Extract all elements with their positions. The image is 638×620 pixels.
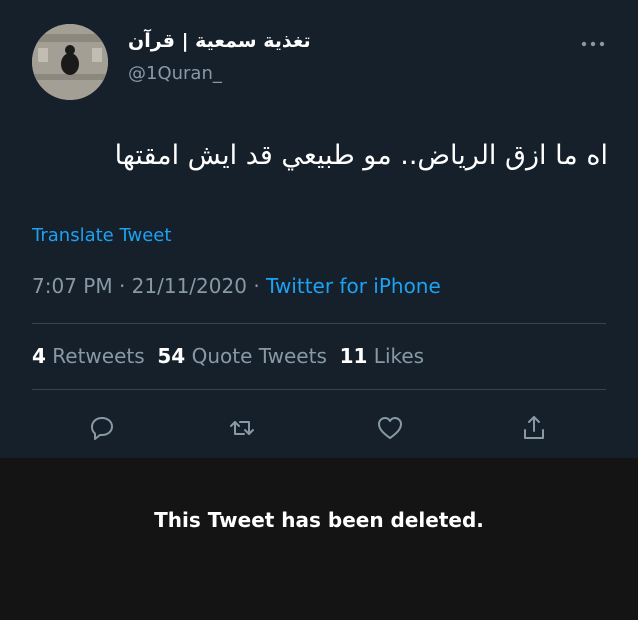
translate-tweet-link[interactable]: Translate Tweet (32, 225, 171, 246)
avatar-image (32, 24, 108, 100)
deleted-notice-area: This Tweet has been deleted. (0, 458, 638, 620)
quote-tweets-count: 54 (157, 344, 186, 368)
share-icon[interactable] (514, 408, 554, 448)
avatar[interactable] (32, 24, 108, 100)
tweet-deleted-notice: This Tweet has been deleted. (154, 508, 484, 532)
tweet-stats: 4 Retweets 54 Quote Tweets 11 Likes (32, 344, 424, 368)
retweets-stat[interactable]: 4 Retweets (32, 344, 145, 368)
quote-tweets-stat[interactable]: 54 Quote Tweets (157, 344, 327, 368)
retweets-count: 4 (32, 344, 46, 368)
tweet-card: تغذية سمعية | قرآن @1Quran_ اه ما ازق ال… (0, 0, 638, 458)
likes-stat[interactable]: 11 Likes (340, 344, 425, 368)
quote-tweets-label: Quote Tweets (191, 344, 327, 368)
meta-separator: · (118, 274, 126, 298)
author-handle[interactable]: @1Quran_ (128, 63, 222, 84)
retweet-icon[interactable] (222, 408, 262, 448)
tweet-date[interactable]: 21/11/2020 (132, 274, 247, 298)
like-icon[interactable] (370, 408, 410, 448)
meta-separator: · (253, 274, 260, 298)
reply-icon[interactable] (82, 408, 122, 448)
divider (32, 323, 606, 324)
tweet-source-link[interactable]: Twitter for iPhone (266, 274, 441, 298)
tweet-actions (0, 408, 638, 448)
likes-count: 11 (339, 344, 368, 368)
likes-label: Likes (373, 344, 425, 368)
tweet-text: اه ما ازق الرياض.. مو طبيعي قد ايش امقته… (114, 140, 608, 171)
divider (32, 389, 606, 390)
retweets-label: Retweets (52, 344, 145, 368)
author-display-name[interactable]: تغذية سمعية | قرآن (128, 30, 311, 52)
more-dots-icon[interactable] (578, 34, 608, 54)
tweet-time[interactable]: 7:07 PM (32, 274, 113, 298)
tweet-meta: 7:07 PM · 21/11/2020 · Twitter for iPhon… (32, 274, 441, 298)
